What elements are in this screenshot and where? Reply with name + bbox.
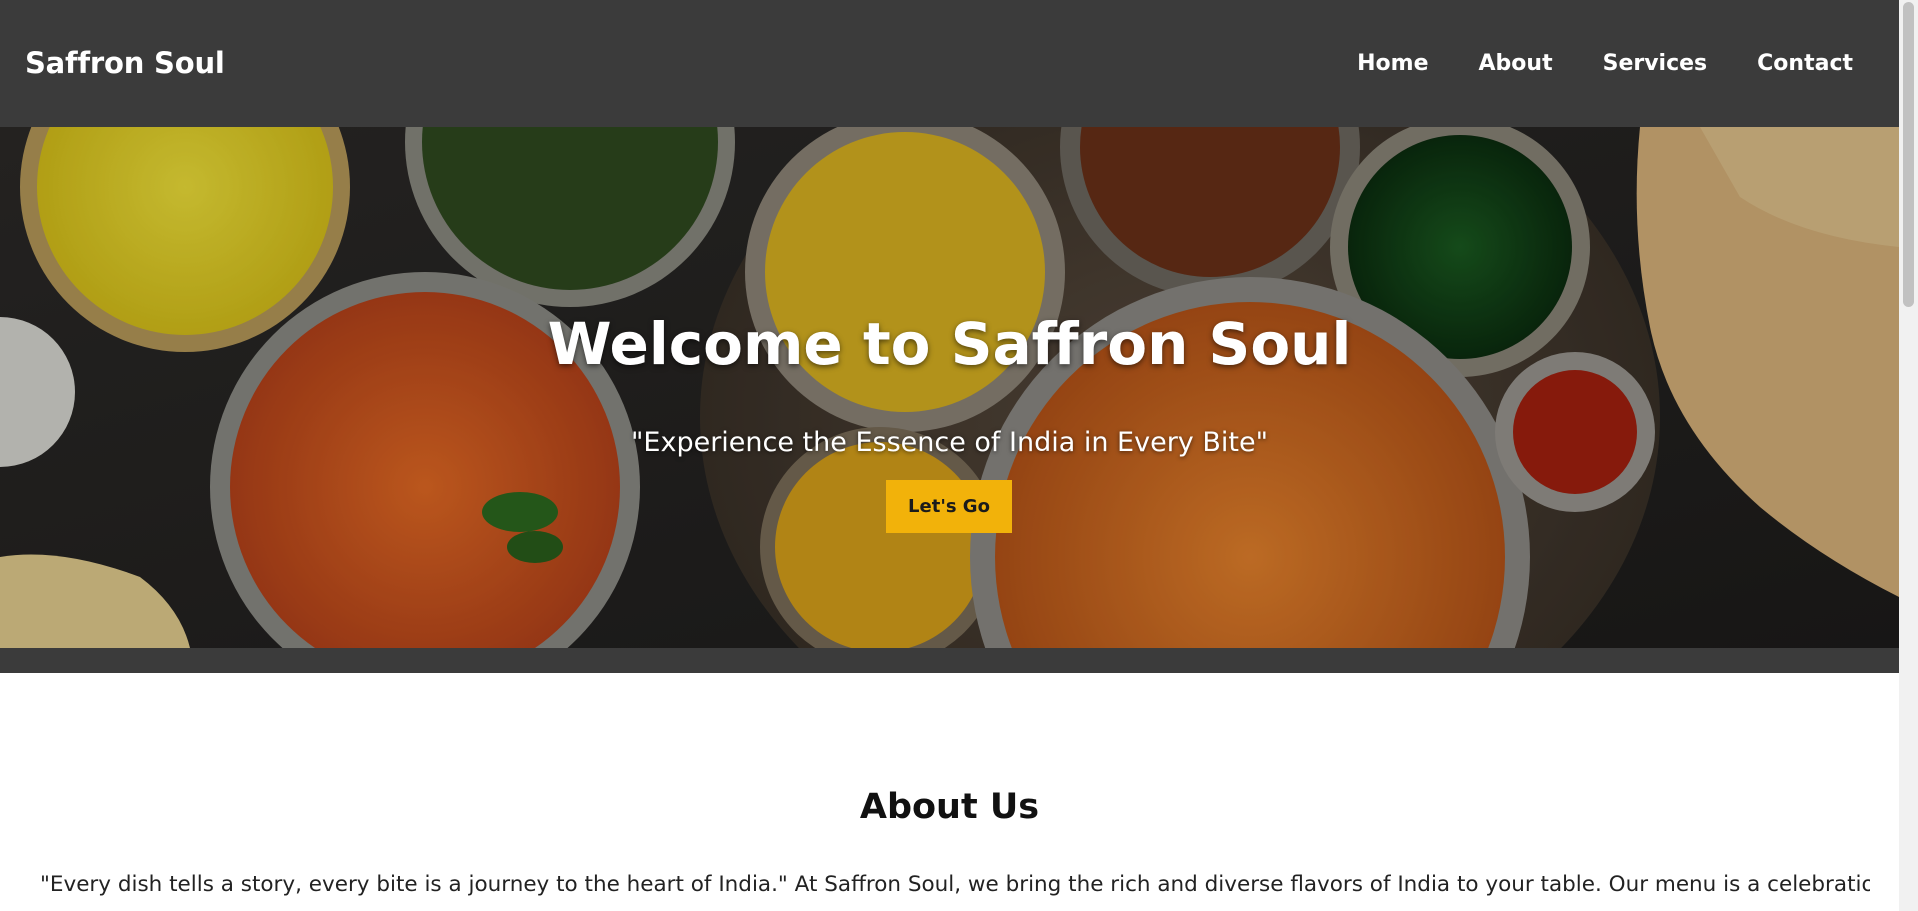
about-text: "Every dish tells a story, every bite is…: [40, 872, 1870, 897]
hero-title: Welcome to Saffron Soul: [547, 310, 1352, 378]
site-header: Saffron Soul Home About Services Contact: [0, 0, 1899, 127]
nav-about-link[interactable]: About: [1479, 51, 1553, 76]
lets-go-button[interactable]: Let's Go: [886, 480, 1012, 533]
about-title: About Us: [859, 787, 1040, 827]
nav-contact-link[interactable]: Contact: [1757, 51, 1853, 76]
main-nav: Home About Services Contact: [1357, 51, 1853, 76]
page: Saffron Soul Home About Services Contact: [0, 0, 1899, 911]
scrollbar-thumb[interactable]: [1903, 2, 1914, 307]
brand-logo[interactable]: Saffron Soul: [25, 46, 225, 80]
hero-overlay: [0, 127, 1899, 648]
page-scrollbar[interactable]: [1899, 0, 1918, 911]
hero-bottom-bar: [0, 648, 1899, 673]
hero-section: Welcome to Saffron Soul "Experience the …: [0, 127, 1899, 648]
hero-subtitle: "Experience the Essence of India in Ever…: [630, 427, 1269, 458]
nav-services-link[interactable]: Services: [1603, 51, 1708, 76]
nav-home-link[interactable]: Home: [1357, 51, 1428, 76]
